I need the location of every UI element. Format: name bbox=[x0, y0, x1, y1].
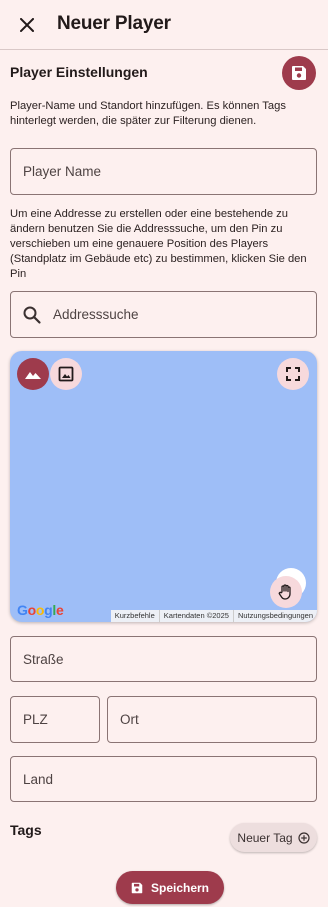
terms-link[interactable]: Nutzungsbedingungen bbox=[232, 610, 317, 622]
floppy-disk-icon bbox=[292, 66, 306, 80]
floppy-disk-icon bbox=[131, 882, 143, 893]
land-field[interactable] bbox=[10, 756, 317, 802]
settings-title: Player Einstellungen bbox=[10, 64, 148, 80]
map-data-text: Kartendaten ©2025 bbox=[158, 610, 233, 622]
page-title: Neuer Player bbox=[57, 13, 171, 34]
settings-description: Player-Name und Standort hinzufügen. Es … bbox=[10, 100, 286, 127]
save-icon-button[interactable] bbox=[282, 56, 316, 90]
player-name-input[interactable] bbox=[23, 149, 304, 194]
new-tag-label: Neuer Tag bbox=[237, 830, 293, 845]
new-tag-button[interactable]: Neuer Tag bbox=[230, 823, 317, 852]
tags-title: Tags bbox=[10, 822, 42, 838]
plz-field[interactable] bbox=[10, 696, 100, 743]
search-icon bbox=[23, 306, 41, 324]
app-bar: Neuer Player bbox=[0, 0, 328, 50]
ort-input[interactable] bbox=[120, 697, 304, 742]
close-button[interactable] bbox=[14, 12, 40, 38]
map-view[interactable]: Google Kurzbefehle Kartendaten ©2025 Nut… bbox=[10, 351, 317, 622]
close-icon bbox=[20, 18, 34, 32]
address-help-text: Um eine Addresse zu erstellen oder eine … bbox=[10, 208, 307, 280]
address-search-input[interactable] bbox=[53, 292, 303, 337]
fullscreen-icon bbox=[286, 367, 300, 381]
hand-icon bbox=[278, 584, 291, 600]
google-logo: Google bbox=[17, 602, 64, 618]
address-search-field[interactable] bbox=[10, 291, 317, 338]
street-input[interactable] bbox=[23, 637, 304, 681]
image-icon bbox=[58, 366, 74, 382]
terrain-button[interactable] bbox=[17, 358, 49, 390]
terrain-icon bbox=[25, 372, 41, 379]
save-button[interactable]: Speichern bbox=[116, 871, 224, 904]
satellite-button[interactable] bbox=[50, 358, 82, 390]
add-circle-icon bbox=[297, 831, 310, 844]
land-input[interactable] bbox=[23, 757, 304, 801]
save-button-label: Speichern bbox=[150, 880, 210, 895]
pan-mode-button[interactable] bbox=[270, 576, 302, 608]
shortcuts-link[interactable]: Kurzbefehle bbox=[111, 610, 159, 622]
street-field[interactable] bbox=[10, 636, 317, 682]
player-name-field[interactable] bbox=[10, 148, 317, 195]
fullscreen-button[interactable] bbox=[277, 358, 309, 390]
ort-field[interactable] bbox=[107, 696, 317, 743]
plz-input[interactable] bbox=[23, 697, 87, 742]
map-attribution: Kurzbefehle Kartendaten ©2025 Nutzungsbe… bbox=[110, 610, 317, 622]
